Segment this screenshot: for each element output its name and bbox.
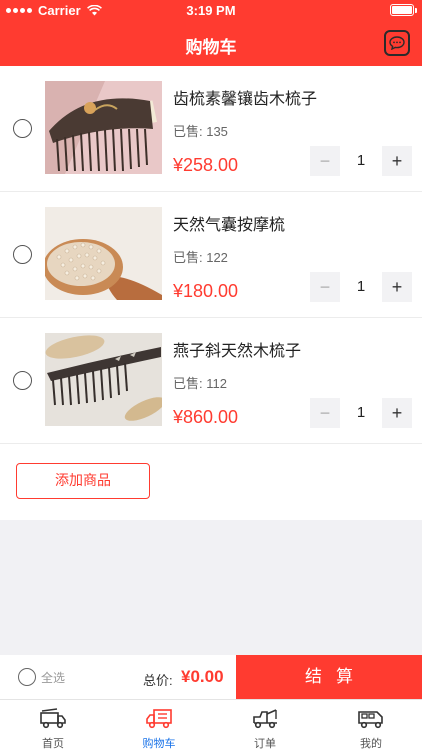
- quantity-stepper: − 1 +: [310, 398, 412, 428]
- tab-profile-label: 我的: [360, 738, 382, 750]
- tab-cart-label: 购物车: [142, 738, 176, 750]
- product-price: ¥180.00: [173, 281, 239, 301]
- product-name: 天然气囊按摩梳: [173, 217, 286, 234]
- product-image-comb-2[interactable]: [45, 207, 162, 300]
- quantity-value: 1: [356, 152, 366, 169]
- sold-count: 已售: 112: [173, 376, 227, 391]
- tab-home-label: 首页: [42, 738, 64, 750]
- product-price: ¥860.00: [173, 407, 239, 427]
- increase-quantity-button[interactable]: +: [382, 398, 412, 428]
- tab-cart[interactable]: 购物车: [106, 700, 212, 750]
- decrease-quantity-button[interactable]: −: [310, 272, 340, 302]
- message-button[interactable]: [384, 30, 410, 56]
- product-name: 齿梳素馨镶齿木梳子: [173, 91, 318, 108]
- select-all-label: 全选: [41, 670, 66, 685]
- battery-icon: [390, 4, 417, 16]
- increase-quantity-button[interactable]: +: [382, 146, 412, 176]
- checkout-bar: 全选 总价: ¥0.00 结算: [0, 655, 422, 699]
- quantity-stepper: − 1 +: [310, 272, 412, 302]
- product-image-comb-3[interactable]: [45, 333, 162, 426]
- chat-bubble-icon: [389, 36, 405, 50]
- checkout-button[interactable]: 结算: [236, 655, 422, 699]
- product-price: ¥258.00: [173, 155, 239, 175]
- status-time: 3:19 PM: [186, 3, 236, 18]
- product-name: 燕子斜天然木梳子: [173, 343, 302, 360]
- delivery-truck-icon: [146, 709, 172, 729]
- tow-truck-icon: [253, 709, 277, 729]
- header-bar: Carrier 3:19 PM 购物车: [0, 0, 422, 66]
- cart-list: 齿梳素馨镶齿木梳子 已售: 135 ¥258.00 − 1 + 天然气囊按摩梳 …: [0, 66, 422, 520]
- select-all[interactable]: 全选: [18, 668, 65, 686]
- decrease-quantity-button[interactable]: −: [310, 146, 340, 176]
- decrease-quantity-button[interactable]: −: [310, 398, 340, 428]
- cart-screen: Carrier 3:19 PM 购物车 齿梳素馨镶齿木梳子 已售: 135 ¥2…: [0, 0, 422, 750]
- tab-bar: 首页 购物车 订单 我的: [0, 699, 422, 750]
- page-title: 购物车: [185, 38, 237, 57]
- item-select-radio[interactable]: [13, 371, 32, 390]
- cart-item: 天然气囊按摩梳 已售: 122 ¥180.00 − 1 +: [0, 192, 422, 318]
- add-product-button[interactable]: 添加商品: [16, 463, 150, 499]
- tab-orders-label: 订单: [254, 738, 276, 750]
- sold-count: 已售: 135: [173, 124, 228, 139]
- item-select-radio[interactable]: [13, 119, 32, 138]
- total-value: ¥0.00: [181, 667, 224, 686]
- quantity-value: 1: [356, 404, 366, 421]
- product-image-comb-1[interactable]: [45, 81, 162, 174]
- total-label: 总价:: [143, 673, 173, 688]
- select-all-radio[interactable]: [18, 668, 36, 686]
- quantity-value: 1: [356, 278, 366, 295]
- sold-count: 已售: 122: [173, 250, 228, 265]
- cart-item: 燕子斜天然木梳子 已售: 112 ¥860.00 − 1 +: [0, 318, 422, 444]
- quantity-stepper: − 1 +: [310, 146, 412, 176]
- item-select-radio[interactable]: [13, 245, 32, 264]
- fire-truck-icon: [40, 708, 66, 729]
- status-bar: Carrier 3:19 PM: [0, 0, 422, 22]
- tab-home[interactable]: 首页: [0, 700, 106, 750]
- increase-quantity-button[interactable]: +: [382, 272, 412, 302]
- van-icon: [358, 711, 383, 729]
- tab-profile[interactable]: 我的: [318, 700, 422, 750]
- tab-orders[interactable]: 订单: [212, 700, 318, 750]
- cart-item: 齿梳素馨镶齿木梳子 已售: 135 ¥258.00 − 1 +: [0, 66, 422, 192]
